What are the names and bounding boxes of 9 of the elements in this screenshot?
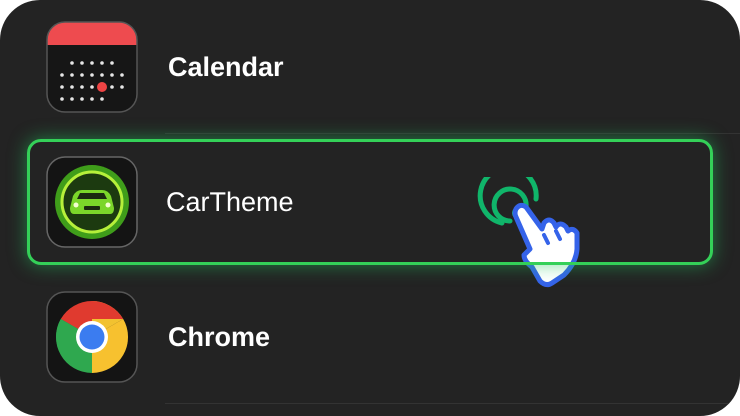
- chrome-icon: [46, 291, 138, 383]
- calendar-icon: [46, 21, 138, 113]
- app-row[interactable]: CarTheme: [27, 139, 713, 265]
- app-name: CarTheme: [166, 186, 294, 219]
- car-icon: [46, 156, 138, 248]
- app-name: Calendar: [168, 50, 284, 84]
- app-row[interactable]: Calendar: [0, 0, 740, 134]
- app-name: Chrome: [168, 320, 270, 354]
- app-row[interactable]: Chrome: [0, 270, 740, 404]
